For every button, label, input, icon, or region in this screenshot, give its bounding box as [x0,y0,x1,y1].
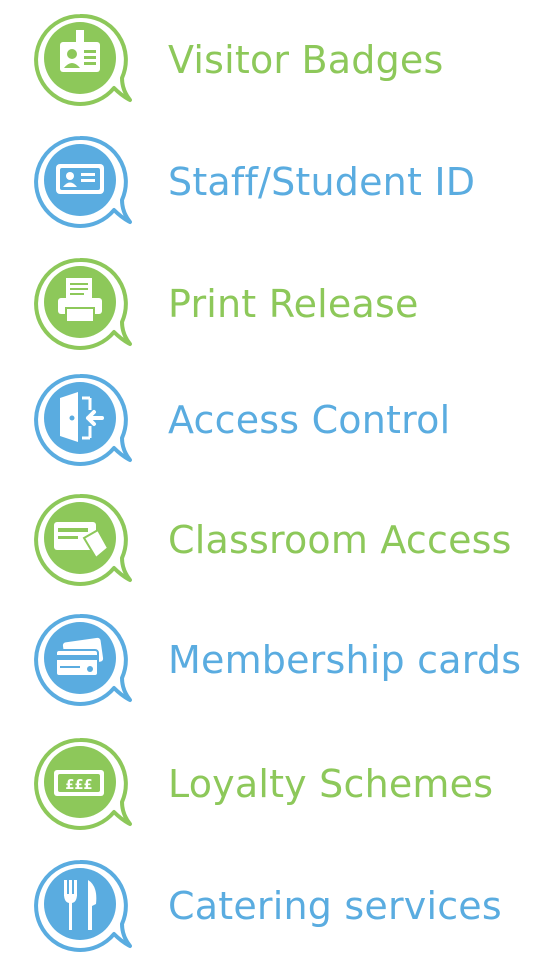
list-item-classroom-access: Classroom Access [0,480,559,600]
card-reader-icon [34,493,132,586]
id-card-icon [34,135,132,228]
list-item-loyalty-schemes: £££ Loyalty Schemes [0,724,559,844]
pound-card-icon: £££ [34,737,132,830]
list-item-access-control: Access Control [0,360,559,480]
visitor-badge-icon [34,13,132,106]
svg-text:£££: £££ [65,778,92,793]
item-label: Loyalty Schemes [168,762,494,806]
list-item-staff-student-id: Staff/Student ID [0,122,559,242]
door-entry-icon [34,373,132,466]
item-label: Visitor Badges [168,38,444,82]
list-item-membership-cards: Membership cards [0,600,559,720]
item-label: Catering services [168,884,502,928]
credit-cards-icon [34,613,132,706]
list-item-print-release: Print Release [0,244,559,364]
item-label: Staff/Student ID [168,160,476,204]
list-item-visitor-badges: Visitor Badges [0,0,559,120]
fork-knife-icon [34,859,132,952]
list-item-catering-services: Catering services [0,846,559,966]
printer-icon [34,257,132,350]
item-label: Print Release [168,282,419,326]
item-label: Membership cards [168,638,522,682]
item-label: Access Control [168,398,451,442]
item-label: Classroom Access [168,518,512,562]
